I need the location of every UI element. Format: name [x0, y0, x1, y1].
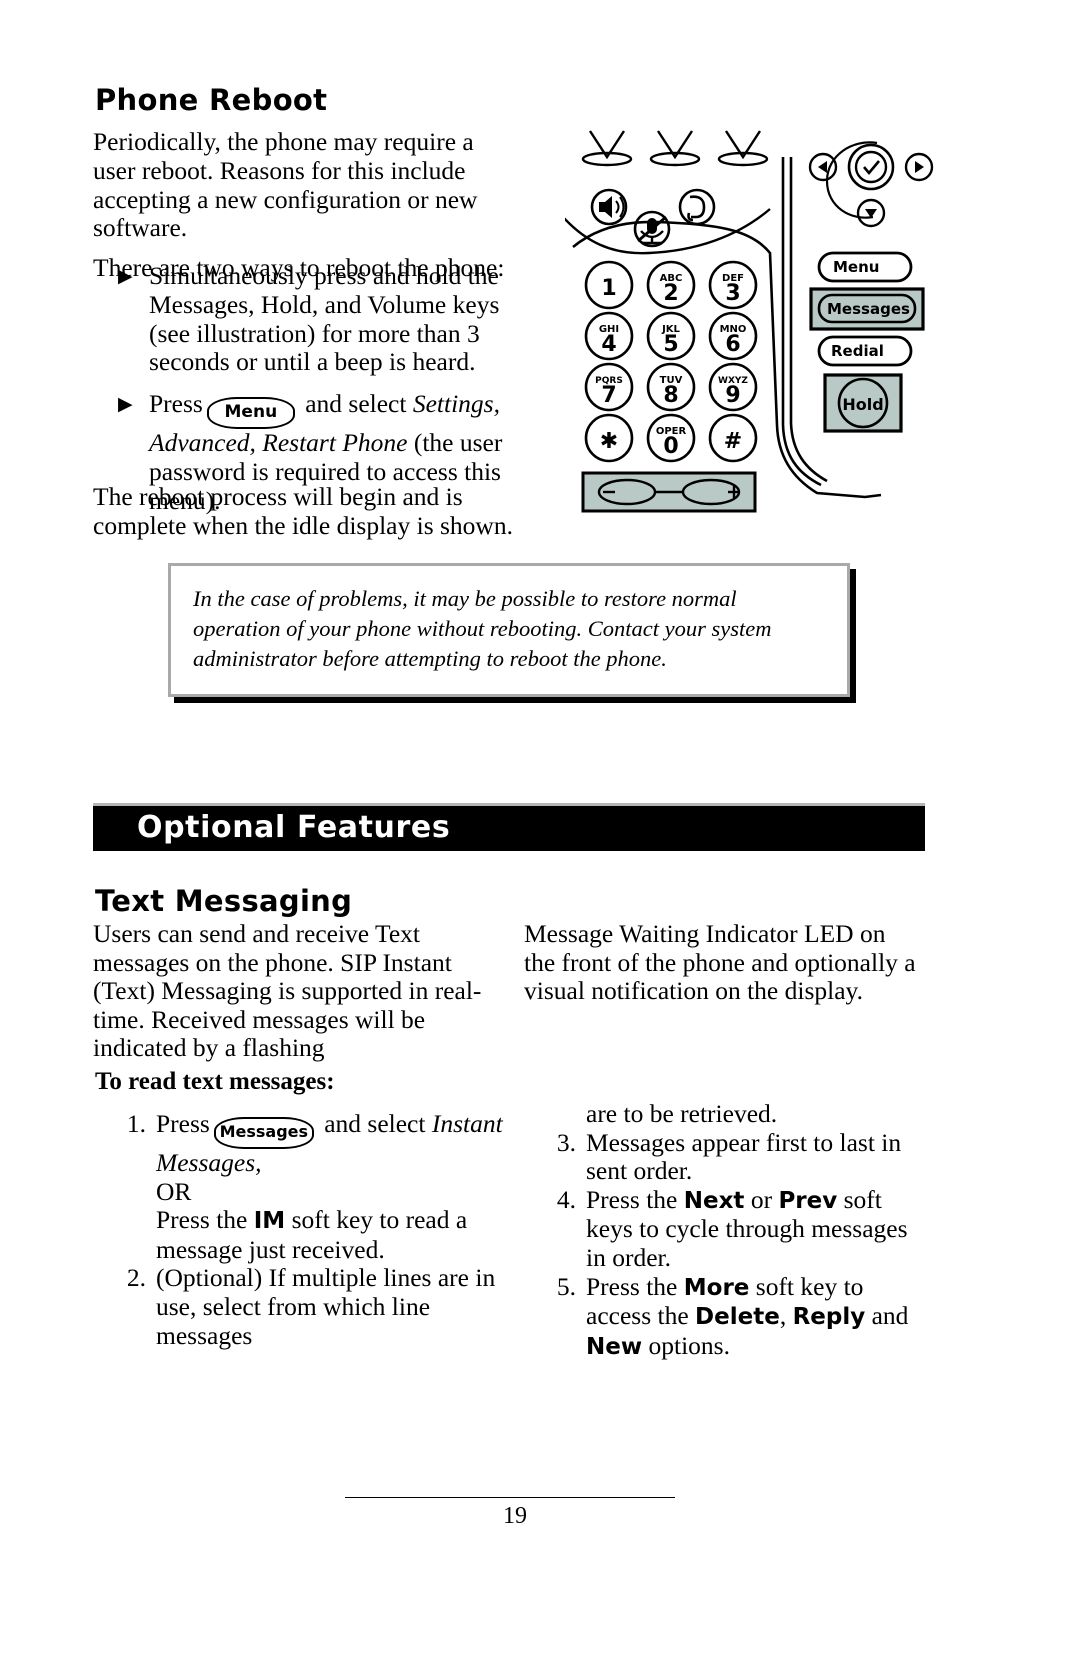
svg-text:Messages: Messages	[827, 300, 910, 318]
step-5-mid2: ,	[779, 1301, 793, 1331]
svg-text:Redial: Redial	[831, 342, 884, 360]
arrow-bullet-icon: ▶	[118, 266, 133, 287]
svg-text:6: 6	[725, 332, 740, 357]
step-4-number: 4.	[556, 1184, 576, 1214]
phone-reboot-heading: Phone Reboot	[95, 83, 328, 117]
svg-text:9: 9	[725, 383, 740, 408]
read-messages-steps-left: 1. Press Messages and select Instant Mess…	[110, 1109, 505, 1350]
step-5-number: 5.	[556, 1271, 576, 1301]
step-1-select-label: and select	[317, 1109, 432, 1138]
svg-text:0: 0	[663, 434, 678, 459]
delete-option-label: Delete	[695, 1304, 780, 1331]
prev-soft-key-label: Prev	[778, 1187, 838, 1214]
phone-illustration: 1 ABC 2 DEF 3 GHI 4 JKL 5 MNO 6 PQRS 7 T…	[562, 125, 935, 525]
reboot-bullet-keys: ▶ Simultaneously press and hold the Mess…	[118, 261, 528, 377]
step-4-mid: or	[744, 1184, 779, 1214]
soft-key-messages: Messages	[809, 287, 925, 331]
soft-key-hold: Hold	[823, 373, 903, 433]
step-5: 5. Press the More soft key to access the…	[540, 1271, 930, 1362]
step-1-alt-before: Press the	[156, 1205, 254, 1235]
keypad: 1 ABC 2 DEF 3 GHI 4 JKL 5 MNO 6 PQRS 7 T…	[584, 260, 758, 463]
step-2-number: 2.	[126, 1263, 146, 1293]
messages-keycap[interactable]: Messages	[213, 1117, 314, 1149]
note-callout-box: In the case of problems, it may be possi…	[168, 563, 850, 697]
step-4-before: Press the	[586, 1184, 684, 1214]
svg-text:✱: ✱	[600, 429, 618, 454]
step-5-before: Press the	[586, 1271, 684, 1301]
reply-option-label: Reply	[792, 1304, 866, 1331]
volume-rocker	[581, 471, 757, 513]
step-2-text: (Optional) If multiple lines are in use,…	[156, 1263, 496, 1350]
next-soft-key-label: Next	[683, 1187, 745, 1214]
step-3: 3. Messages appear first to last in sent…	[540, 1127, 930, 1186]
reboot-complete-paragraph: The reboot process will begin and is com…	[93, 482, 543, 541]
document-page: Phone Reboot Periodically, the phone may…	[0, 0, 1080, 1669]
nav-cluster	[808, 141, 934, 228]
svg-text:1: 1	[601, 276, 616, 301]
step-3-number: 3.	[556, 1127, 576, 1157]
soft-key-menu: Menu	[817, 251, 913, 283]
svg-text:8: 8	[663, 383, 678, 408]
footer-divider	[345, 1497, 675, 1498]
svg-text:4: 4	[601, 332, 616, 357]
soft-key-redial: Redial	[817, 335, 913, 367]
intro-paragraph-1: Periodically, the phone may require a us…	[93, 127, 478, 243]
step-3-text: Messages appear first to last in sent or…	[586, 1127, 902, 1186]
page-number: 19	[503, 1503, 527, 1529]
svg-text:Hold: Hold	[842, 395, 883, 414]
more-soft-key-label: More	[683, 1274, 750, 1301]
press-label: Press	[149, 389, 203, 419]
mute-icon	[633, 210, 671, 248]
step-5-mid3: and	[865, 1301, 909, 1331]
step-1-alt-line: Press the IM soft key to read a message …	[156, 1205, 505, 1264]
step-1-or-label: OR	[156, 1176, 192, 1206]
read-messages-steps-right: are to be retrieved. 3. Messages appear …	[540, 1099, 930, 1362]
phone-reboot-intro: Periodically, the phone may require a us…	[93, 127, 518, 283]
note-callout-text: In the case of problems, it may be possi…	[193, 586, 772, 671]
im-soft-key-label: IM	[253, 1208, 286, 1235]
optional-features-label: Optional Features	[137, 810, 451, 845]
step-2-continuation-text: are to be retrieved.	[586, 1099, 778, 1128]
select-label: and select	[298, 389, 413, 419]
step-1: 1. Press Messages and select Instant Mess…	[110, 1109, 505, 1264]
svg-text:#: #	[724, 429, 742, 454]
arrow-bullet-icon: ▶	[118, 394, 133, 416]
text-messaging-paragraph-left: Users can send and receive Text messages…	[93, 919, 482, 1063]
step-5-tail: options.	[642, 1330, 730, 1360]
svg-text:Menu: Menu	[833, 258, 879, 276]
text-messaging-heading: Text Messaging	[95, 884, 353, 918]
headset-icon	[678, 188, 716, 226]
step-4: 4. Press the Next or Prev soft keys to c…	[540, 1184, 930, 1273]
speaker-icon	[590, 188, 628, 226]
svg-text:3: 3	[725, 281, 740, 306]
reboot-complete-text: The reboot process will begin and is com…	[93, 482, 513, 540]
svg-text:7: 7	[601, 383, 616, 408]
new-option-label: New	[586, 1333, 643, 1360]
step-2: 2. (Optional) If multiple lines are in u…	[110, 1264, 505, 1350]
optional-features-banner: Optional Features	[93, 803, 925, 851]
text-messaging-paragraph-right: Message Waiting Indicator LED on the fro…	[524, 919, 916, 1006]
step-2-continuation: are to be retrieved.	[540, 1099, 930, 1129]
menu-keycap[interactable]: Menu	[206, 397, 295, 430]
step-1-number: 1.	[126, 1109, 146, 1138]
svg-text:2: 2	[663, 281, 678, 306]
reboot-bullet-keys-text: Simultaneously press and hold the Messag…	[149, 261, 500, 377]
step-1-press-label: Press	[156, 1109, 210, 1138]
to-read-text-messages-subheading: To read text messages:	[95, 1068, 335, 1095]
svg-text:5: 5	[663, 332, 678, 357]
